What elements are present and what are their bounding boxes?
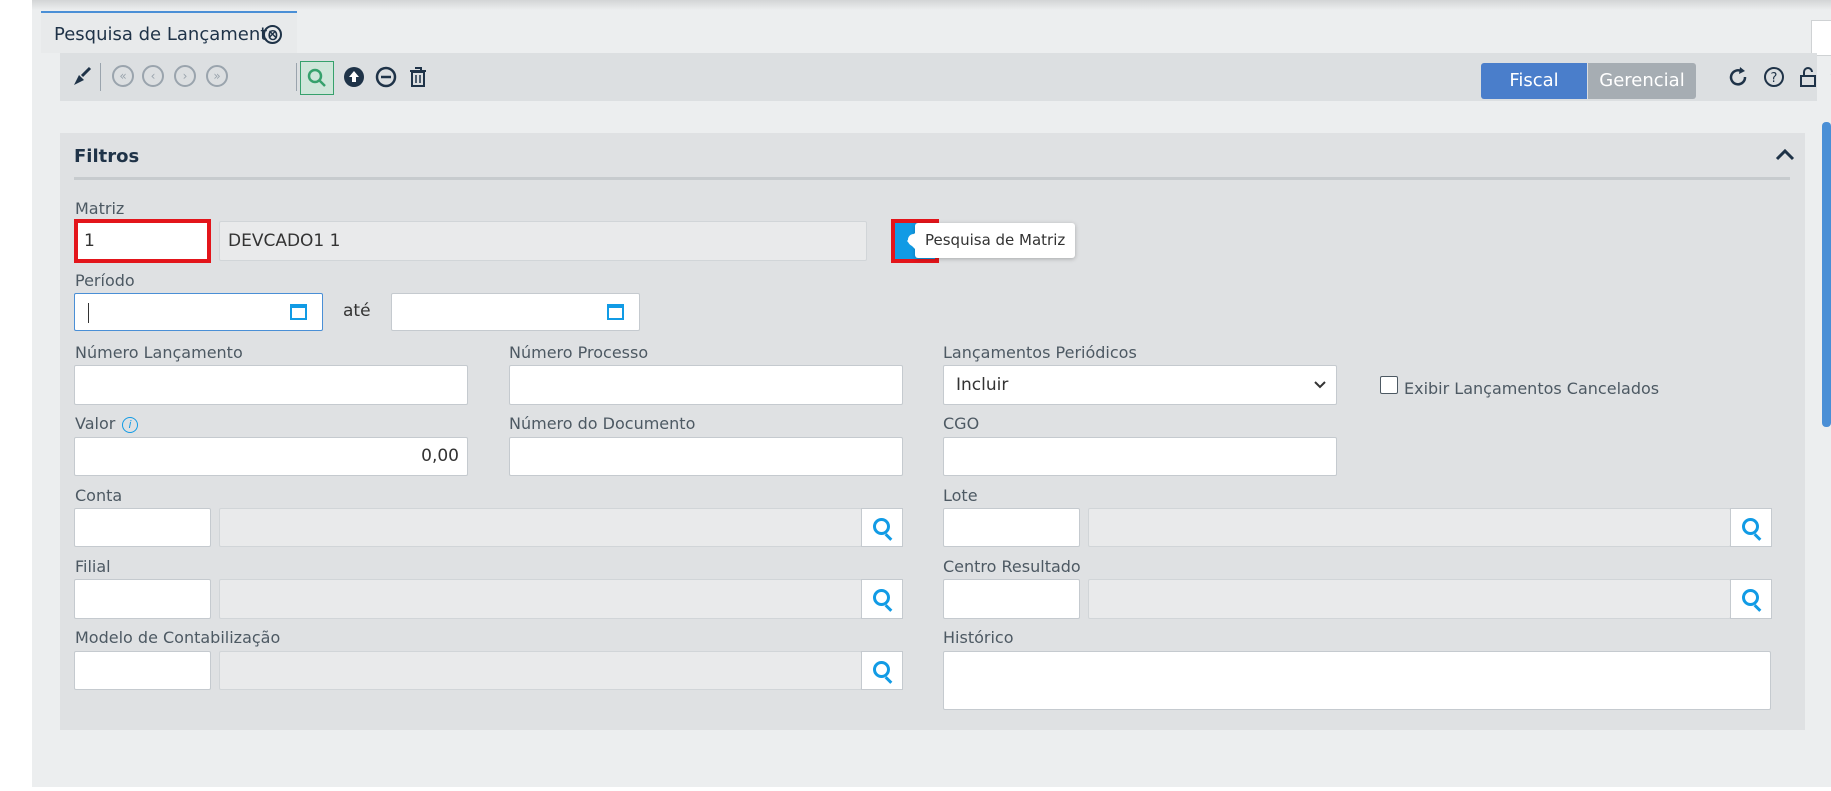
search-icon [873,589,890,606]
separator [100,63,101,91]
matriz-name-field: DEVCADO1 1 [219,221,867,261]
modelo-code-input[interactable] [74,651,211,690]
centro-resultado-label: Centro Resultado [943,557,1081,576]
chevron-up-icon[interactable] [1775,147,1795,161]
last-record-icon[interactable]: » [206,65,228,87]
centro-resultado-code-input[interactable] [943,579,1080,619]
app-window: Pesquisa de Lançamento × « ‹ › » Fiscal … [32,0,1831,787]
centro-resultado-search-button[interactable] [1730,579,1772,619]
filial-search-button[interactable] [861,579,903,619]
bottom-edge [32,787,1831,791]
exibir-cancelados-checkbox[interactable] [1380,376,1398,394]
first-record-icon[interactable]: « [112,65,134,87]
lote-code-input[interactable] [943,508,1080,547]
help-icon[interactable]: ? [1762,65,1786,89]
numero-processo-label: Número Processo [509,343,649,362]
document-icon[interactable] [1811,20,1831,56]
conta-search-button[interactable] [861,508,903,547]
historico-textarea[interactable] [943,651,1771,710]
numero-lancamento-label: Número Lançamento [75,343,243,362]
text-cursor [88,303,89,323]
periodo-label: Período [75,271,135,290]
divider [74,177,1790,180]
select-value: Incluir [956,375,1009,395]
tab-title: Pesquisa de Lançamento [54,24,279,45]
modelo-search-button[interactable] [861,651,903,690]
valor-label: Valor [75,414,116,433]
calendar-icon[interactable] [607,304,624,320]
lock-icon[interactable] [1796,65,1820,89]
search-icon [873,661,890,678]
left-margin [0,0,32,791]
tab-pesquisa-lancamento[interactable]: Pesquisa de Lançamento × [41,11,297,53]
close-icon[interactable]: × [263,25,282,44]
previous-record-icon[interactable]: ‹ [142,65,164,87]
conta-code-input[interactable] [74,508,211,547]
remove-icon[interactable] [374,65,398,89]
search-button[interactable] [300,61,334,95]
lancamentos-periodicos-select[interactable]: Incluir [943,365,1337,405]
panel-title: Filtros [74,146,140,167]
historico-label: Histórico [943,628,1014,647]
conta-name-field [219,508,862,547]
periodo-start-input[interactable] [74,293,323,331]
lote-name-field [1088,508,1731,547]
search-icon [1742,589,1759,606]
modelo-label: Modelo de Contabilização [75,628,281,647]
periodo-end-input[interactable] [391,293,640,331]
info-icon[interactable]: i [122,417,138,433]
centro-resultado-name-field [1088,579,1731,619]
matriz-code-input[interactable]: 1 [74,219,211,263]
lote-label: Lote [943,486,978,505]
filial-name-field [219,579,862,619]
conta-label: Conta [75,486,123,505]
refresh-icon[interactable] [1726,65,1750,89]
numero-lancamento-input[interactable] [74,365,468,405]
upload-icon[interactable] [342,65,366,89]
toolbar: « ‹ › » Fiscal Gerencial ? [60,53,1831,101]
numero-processo-input[interactable] [509,365,903,405]
trash-icon[interactable] [406,65,430,89]
lancamentos-periodicos-label: Lançamentos Periódicos [943,343,1137,362]
calendar-icon[interactable] [290,304,307,320]
svg-text:?: ? [1771,71,1778,86]
modelo-name-field [219,651,862,690]
next-record-icon[interactable]: › [174,65,196,87]
search-icon [873,518,890,535]
search-icon [307,68,326,87]
top-shadow [32,0,1831,10]
filial-label: Filial [75,557,111,576]
matriz-label: Matriz [75,199,125,218]
periodo-until-label: até [343,301,371,321]
matriz-tooltip: Pesquisa de Matriz [906,223,1076,258]
valor-input[interactable]: 0,00 [74,437,468,476]
separator [296,63,297,91]
gerencial-button[interactable]: Gerencial [1588,63,1696,99]
cgo-label: CGO [943,414,980,433]
filial-code-input[interactable] [74,579,211,619]
chevron-down-icon [1314,381,1326,389]
numero-documento-input[interactable] [509,437,903,476]
scrollbar[interactable] [1822,122,1831,427]
exibir-cancelados-label: Exibir Lançamentos Cancelados [1404,379,1660,398]
fiscal-button[interactable]: Fiscal [1481,63,1587,99]
search-icon [1742,518,1759,535]
numero-documento-label: Número do Documento [509,414,696,433]
lote-search-button[interactable] [1730,508,1772,547]
cgo-input[interactable] [943,437,1337,476]
broom-icon[interactable] [70,65,94,89]
